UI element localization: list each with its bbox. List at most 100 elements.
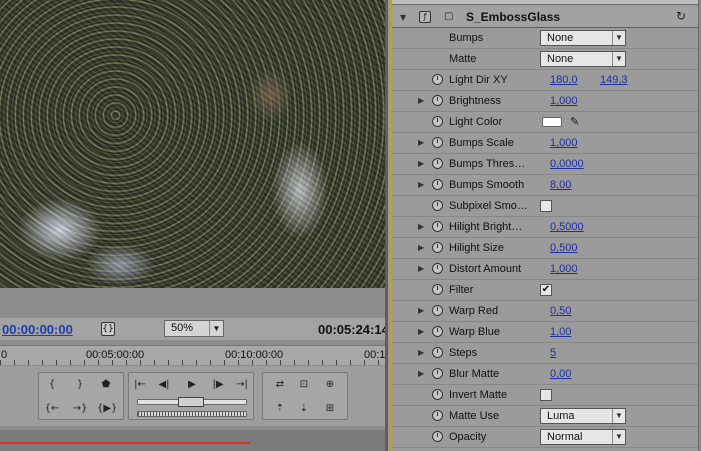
safe-margins-icon[interactable]: ⊡: [295, 377, 313, 393]
time-ruler[interactable]: 0 00:05:00:00 00:10:00:00 00:1: [0, 345, 385, 365]
brightness-value[interactable]: 1,000: [550, 95, 578, 107]
distort-amount-value[interactable]: 1,000: [550, 263, 578, 275]
stopwatch-icon[interactable]: [432, 368, 443, 379]
stopwatch-icon[interactable]: [432, 326, 443, 337]
param-row-invert-matte: Invert Matte: [392, 385, 698, 406]
bumps-scale-value[interactable]: 1,000: [550, 137, 578, 149]
stopwatch-icon[interactable]: [432, 137, 443, 148]
step-back-icon[interactable]: ◀|: [155, 377, 173, 393]
blur-matte-value[interactable]: 0,00: [550, 368, 571, 380]
param-label: Warp Blue: [449, 326, 500, 338]
step-forward-edit-icon[interactable]: →|: [233, 377, 251, 393]
transport-controls: { } ⬟ {← →} {▶} |← ◀| ▶ |▶ →| ⇄ ⊡ ⊕ ⇡ ⇣ …: [0, 366, 385, 426]
current-timecode[interactable]: 00:00:00:00: [2, 322, 73, 337]
stopwatch-icon[interactable]: [432, 179, 443, 190]
matte-select[interactable]: None ▼: [540, 51, 626, 67]
param-label: Invert Matte: [449, 389, 508, 401]
eyedropper-icon[interactable]: ✎: [570, 115, 579, 128]
jog-handle[interactable]: [178, 397, 204, 407]
expand-triangle-icon[interactable]: ▶: [418, 243, 424, 252]
extract-icon[interactable]: ⇣: [295, 401, 313, 417]
light-color-swatch[interactable]: [542, 117, 562, 127]
filter-checkbox[interactable]: ✔: [540, 284, 552, 296]
hilight-size-value[interactable]: 0,500: [550, 242, 578, 254]
stopwatch-icon[interactable]: [432, 284, 443, 295]
param-label: Bumps Thres…: [449, 158, 526, 170]
param-label: Filter: [449, 284, 474, 296]
warp-red-value[interactable]: 0,50: [550, 305, 571, 317]
expand-triangle-icon[interactable]: ▶: [418, 348, 424, 357]
param-label: Hilight Size: [449, 242, 505, 254]
subpixel-smo-checkbox[interactable]: [540, 200, 552, 212]
stopwatch-icon[interactable]: [432, 389, 443, 400]
timeline-strip[interactable]: [0, 430, 385, 451]
stopwatch-icon[interactable]: [432, 410, 443, 421]
param-row-warp-red: ▶ Warp Red 0,50: [392, 301, 698, 322]
param-label: Bumps Scale: [449, 137, 514, 149]
expand-triangle-icon[interactable]: ▶: [418, 306, 424, 315]
safe-margins-icon[interactable]: {}: [101, 322, 115, 336]
param-row-steps: ▶ Steps 5: [392, 343, 698, 364]
stopwatch-icon[interactable]: [432, 263, 443, 274]
mark-out-icon[interactable]: }: [71, 377, 89, 393]
bumps-thres-value[interactable]: 0,0000: [550, 158, 584, 170]
set-marker-icon[interactable]: ⬟: [97, 377, 115, 393]
stopwatch-icon[interactable]: [432, 242, 443, 253]
stopwatch-icon[interactable]: [432, 347, 443, 358]
panel-divider[interactable]: [385, 0, 388, 451]
expand-triangle-icon[interactable]: ▶: [418, 96, 424, 105]
mark-in-icon[interactable]: {: [43, 377, 61, 393]
step-back-edit-icon[interactable]: |←: [131, 377, 149, 393]
stopwatch-icon[interactable]: [432, 221, 443, 232]
jog-slider[interactable]: [137, 397, 247, 407]
video-preview: [0, 0, 385, 288]
effect-toggle-icon[interactable]: ƒ: [419, 11, 431, 23]
opacity-select[interactable]: Normal ▼: [540, 429, 626, 445]
stopwatch-icon[interactable]: [432, 158, 443, 169]
stopwatch-icon[interactable]: [432, 95, 443, 106]
step-forward-icon[interactable]: |▶: [209, 377, 227, 393]
loop-icon[interactable]: ⇄: [271, 377, 289, 393]
plugin-icon: ▢: [444, 11, 454, 22]
trim-icon[interactable]: ⊞: [321, 401, 339, 417]
stopwatch-icon[interactable]: [432, 116, 443, 127]
expand-triangle-icon[interactable]: ▶: [418, 369, 424, 378]
invert-matte-checkbox[interactable]: [540, 389, 552, 401]
reset-icon[interactable]: ↻: [676, 9, 686, 23]
go-to-out-icon[interactable]: →}: [71, 401, 89, 417]
stopwatch-icon[interactable]: [432, 305, 443, 316]
stopwatch-icon[interactable]: [432, 431, 443, 442]
play-in-to-out-icon[interactable]: {▶}: [97, 401, 117, 417]
ruler-ticks: [0, 360, 385, 365]
expand-triangle-icon[interactable]: ▶: [418, 327, 424, 336]
zoom-level-select[interactable]: 50% ▼: [164, 320, 224, 337]
select-value: None: [547, 32, 574, 44]
stopwatch-icon[interactable]: [432, 74, 443, 85]
lift-icon[interactable]: ⇡: [271, 401, 289, 417]
param-row-subpixel-smo: Subpixel Smo…: [392, 196, 698, 217]
expand-triangle-icon[interactable]: ▶: [418, 180, 424, 189]
shuttle-dial[interactable]: [137, 411, 247, 417]
light-dir-x-value[interactable]: 180,0: [550, 74, 578, 86]
play-icon[interactable]: ▶: [183, 377, 201, 393]
expand-triangle-icon[interactable]: ▶: [418, 159, 424, 168]
collapse-triangle-icon[interactable]: ▼: [400, 13, 406, 22]
expand-triangle-icon[interactable]: ▶: [418, 138, 424, 147]
marker-group: { } ⬟ {← →} {▶}: [38, 372, 124, 420]
hilight-bright-value[interactable]: 0,5000: [550, 221, 584, 233]
stopwatch-icon[interactable]: [432, 200, 443, 211]
warp-blue-value[interactable]: 1,00: [550, 326, 571, 338]
expand-triangle-icon[interactable]: ▶: [418, 222, 424, 231]
bumps-smooth-value[interactable]: 8,00: [550, 179, 571, 191]
expand-triangle-icon[interactable]: ▶: [418, 264, 424, 273]
go-to-in-icon[interactable]: {←: [43, 401, 61, 417]
param-row-brightness: ▶ Brightness 1,000: [392, 91, 698, 112]
chevron-down-icon: ▼: [612, 430, 625, 444]
param-label: Bumps Smooth: [449, 179, 525, 191]
matte-use-select[interactable]: Luma ▼: [540, 408, 626, 424]
bumps-select[interactable]: None ▼: [540, 30, 626, 46]
output-icon[interactable]: ⊕: [321, 377, 339, 393]
steps-value[interactable]: 5: [550, 347, 556, 359]
light-dir-y-value[interactable]: 149,3: [600, 74, 628, 86]
select-value: Normal: [547, 431, 583, 443]
